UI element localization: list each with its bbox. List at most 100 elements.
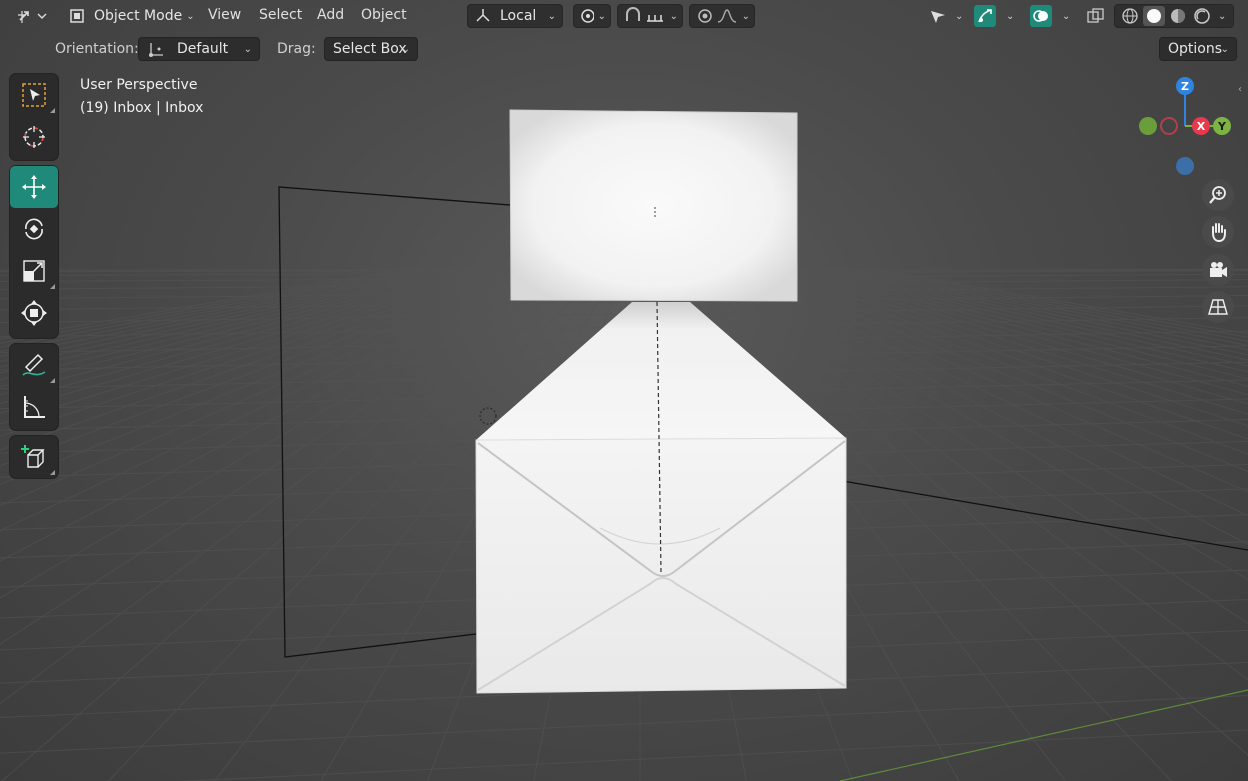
measure-icon xyxy=(24,396,45,418)
menu-select[interactable]: Select xyxy=(259,7,302,23)
orientation-dropdown[interactable]: Default ⌄ xyxy=(138,37,260,61)
editor-type-button[interactable] xyxy=(14,4,48,28)
move-tool[interactable] xyxy=(10,166,58,208)
viewport-header: Object Mode ⌄ View Select Add Object Loc… xyxy=(0,0,1248,32)
add-cube-tool[interactable] xyxy=(10,436,58,478)
snap-increment-icon xyxy=(646,15,663,22)
chevron-down-icon: ⌄ xyxy=(955,10,964,22)
3d-viewport[interactable]: Object Mode ⌄ View Select Add Object Loc… xyxy=(0,0,1248,781)
zoom-button[interactable] xyxy=(1202,179,1234,211)
y-axis-ball[interactable]: Y xyxy=(1213,117,1231,135)
rotate-icon xyxy=(25,218,43,240)
axes-icon xyxy=(149,43,163,57)
chevron-down-icon: ⌄ xyxy=(597,10,606,22)
mode-dropdown[interactable]: Object Mode ⌄ xyxy=(60,4,201,28)
cursor-arrow-icon xyxy=(931,11,945,23)
options-label: Options xyxy=(1168,41,1223,57)
sidebar-toggle-icon[interactable]: ‹ xyxy=(1238,84,1248,98)
object-mode-icon xyxy=(66,5,88,27)
pan-button[interactable] xyxy=(1202,216,1234,248)
falloff-curve-icon xyxy=(717,9,736,23)
scale-tool[interactable] xyxy=(10,250,58,292)
orientation-icon xyxy=(476,9,490,22)
y-axis-line xyxy=(839,689,1248,781)
chevron-down-icon: ⌄ xyxy=(186,10,195,22)
transform-tool[interactable] xyxy=(10,292,58,334)
chevron-down-icon: ⌄ xyxy=(1220,43,1229,55)
chevron-down-icon: ⌄ xyxy=(547,10,556,22)
proportional-edit-icon xyxy=(698,9,712,23)
snapping-group[interactable]: ⌄ xyxy=(617,4,683,28)
x-axis-ball[interactable]: X xyxy=(1192,117,1210,135)
scale-icon xyxy=(23,260,45,282)
overlays-icon xyxy=(1030,5,1052,27)
gizmo-toggle[interactable]: ⌄ xyxy=(972,4,1016,28)
object-info-label: (19) Inbox | Inbox xyxy=(80,100,204,116)
overlays-toggle[interactable]: ⌄ xyxy=(1028,4,1072,28)
chevron-down-icon: ⌄ xyxy=(1218,10,1227,22)
toolbar-select-group xyxy=(10,74,58,160)
orientation-value: Local xyxy=(500,8,537,24)
neg-y-axis-ball[interactable] xyxy=(1139,117,1157,135)
proportional-editing-group[interactable]: ⌄ xyxy=(689,4,755,28)
editor-type-icon xyxy=(18,11,47,23)
menu-object[interactable]: Object xyxy=(361,7,407,23)
pivot-icon xyxy=(581,9,594,23)
material-preview-icon[interactable] xyxy=(1166,6,1190,26)
menu-view[interactable]: View xyxy=(208,7,241,23)
tool-settings-bar: Orientation: Default ⌄ Drag: Select Box … xyxy=(0,34,1248,64)
chevron-down-icon: ⌄ xyxy=(243,43,252,55)
menu-add[interactable]: Add xyxy=(317,7,344,23)
chevron-down-icon: ⌄ xyxy=(741,10,750,22)
shading-mode-group[interactable]: ⌄ xyxy=(1114,4,1234,28)
envelope-body xyxy=(475,437,847,694)
wireframe-shading-icon[interactable] xyxy=(1118,6,1142,26)
toolbar-add-group xyxy=(10,436,58,478)
snap-magnet-icon xyxy=(626,7,640,21)
mode-label: Object Mode xyxy=(94,8,183,24)
zoom-icon xyxy=(1209,186,1226,204)
z-axis-ball[interactable]: Z xyxy=(1176,77,1194,95)
drag-dropdown[interactable]: Select Box ⌄ xyxy=(324,37,418,61)
chevron-down-icon: ⌄ xyxy=(1006,10,1015,22)
neg-x-axis-ball[interactable] xyxy=(1160,117,1178,135)
letter-card xyxy=(509,109,798,302)
scene-canvas xyxy=(0,109,1248,781)
rotate-tool[interactable] xyxy=(10,208,58,250)
gizmo-icon xyxy=(974,5,996,27)
transform-orientation-dropdown[interactable]: Local ⌄ xyxy=(467,4,563,28)
cursor-icon xyxy=(23,126,45,148)
view-name-label: User Perspective xyxy=(80,77,198,93)
selectability-dropdown[interactable]: ⌄ xyxy=(925,4,965,28)
cursor-tool[interactable] xyxy=(10,116,58,158)
object-origin xyxy=(479,407,497,425)
chevron-down-icon: ⌄ xyxy=(1062,10,1071,22)
xray-icon xyxy=(1087,8,1104,23)
chevron-down-icon: ⌄ xyxy=(401,43,410,55)
annotate-tool[interactable] xyxy=(10,344,58,386)
select-box-tool[interactable] xyxy=(10,74,58,116)
toolbar-transform-group xyxy=(10,166,58,338)
hand-icon xyxy=(1212,223,1226,243)
drag-label: Drag: xyxy=(277,41,316,57)
drag-value: Select Box xyxy=(333,41,407,57)
orientation-value: Default xyxy=(177,41,229,57)
move-icon xyxy=(22,175,46,199)
add-cube-icon xyxy=(21,445,45,468)
neg-z-axis-ball[interactable] xyxy=(1176,157,1194,175)
measure-tool[interactable] xyxy=(10,386,58,428)
annotate-icon xyxy=(22,353,46,376)
options-dropdown[interactable]: Options ⌄ xyxy=(1159,37,1237,61)
orientation-label: Orientation: xyxy=(55,41,139,57)
perspective-toggle-button[interactable] xyxy=(1202,291,1234,323)
toolbar-annotate-group xyxy=(10,344,58,430)
camera-icon xyxy=(1210,262,1227,277)
pivot-point-dropdown[interactable]: ⌄ xyxy=(573,4,611,28)
xray-toggle[interactable] xyxy=(1085,4,1107,28)
solid-shading-icon[interactable] xyxy=(1142,6,1166,26)
transform-icon xyxy=(21,300,47,326)
grid-perspective-icon xyxy=(1208,299,1228,315)
camera-view-button[interactable] xyxy=(1202,254,1234,286)
rendered-shading-icon[interactable] xyxy=(1190,6,1214,26)
chevron-down-icon: ⌄ xyxy=(669,10,678,22)
